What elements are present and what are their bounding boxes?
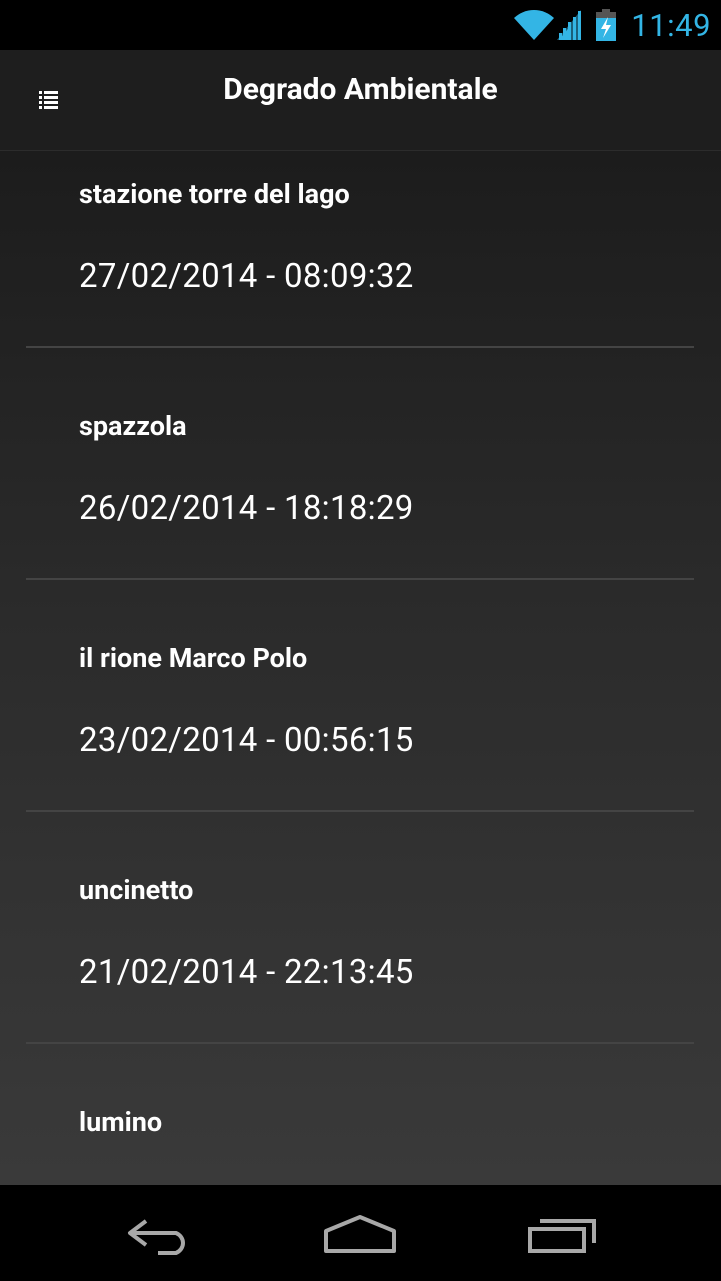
battery-charging-icon xyxy=(595,9,617,41)
list-item[interactable]: lumino xyxy=(0,1079,721,1185)
report-list: stazione torre del lago 27/02/2014 - 08:… xyxy=(0,151,721,1185)
item-date: 27/02/2014 - 08:09:32 xyxy=(79,257,414,296)
item-name: spazzola xyxy=(79,410,187,442)
item-date: 23/02/2014 - 00:56:15 xyxy=(79,721,414,760)
app-screen: 11:49 Degrado Ambientale stazione torre … xyxy=(0,0,721,1281)
item-name: uncinetto xyxy=(79,874,194,906)
list-divider xyxy=(26,1042,694,1044)
list-item[interactable]: stazione torre del lago 27/02/2014 - 08:… xyxy=(0,151,721,383)
list-item[interactable]: uncinetto 21/02/2014 - 22:13:45 xyxy=(0,847,721,1079)
recent-apps-icon[interactable] xyxy=(526,1215,598,1259)
page-title: Degrado Ambientale xyxy=(223,72,498,107)
status-icons: 11:49 xyxy=(513,4,711,46)
list-item[interactable]: spazzola 26/02/2014 - 18:18:29 xyxy=(0,383,721,615)
list-divider xyxy=(26,346,694,348)
item-date: 21/02/2014 - 22:13:45 xyxy=(79,953,414,992)
signal-icon xyxy=(557,9,583,41)
status-clock: 11:49 xyxy=(631,6,711,44)
status-bar: 11:49 xyxy=(0,0,721,50)
item-date: 26/02/2014 - 18:18:29 xyxy=(79,489,414,528)
home-icon[interactable] xyxy=(322,1213,398,1259)
list-divider xyxy=(26,810,694,812)
action-bar: Degrado Ambientale xyxy=(0,50,721,151)
list-item[interactable]: il rione Marco Polo 23/02/2014 - 00:56:1… xyxy=(0,615,721,847)
item-name: il rione Marco Polo xyxy=(79,642,308,674)
item-name: stazione torre del lago xyxy=(79,178,350,210)
list-divider xyxy=(26,578,694,580)
wifi-icon xyxy=(513,9,555,41)
back-icon[interactable] xyxy=(124,1213,196,1259)
item-name: lumino xyxy=(79,1106,163,1138)
navigation-bar xyxy=(0,1185,721,1281)
